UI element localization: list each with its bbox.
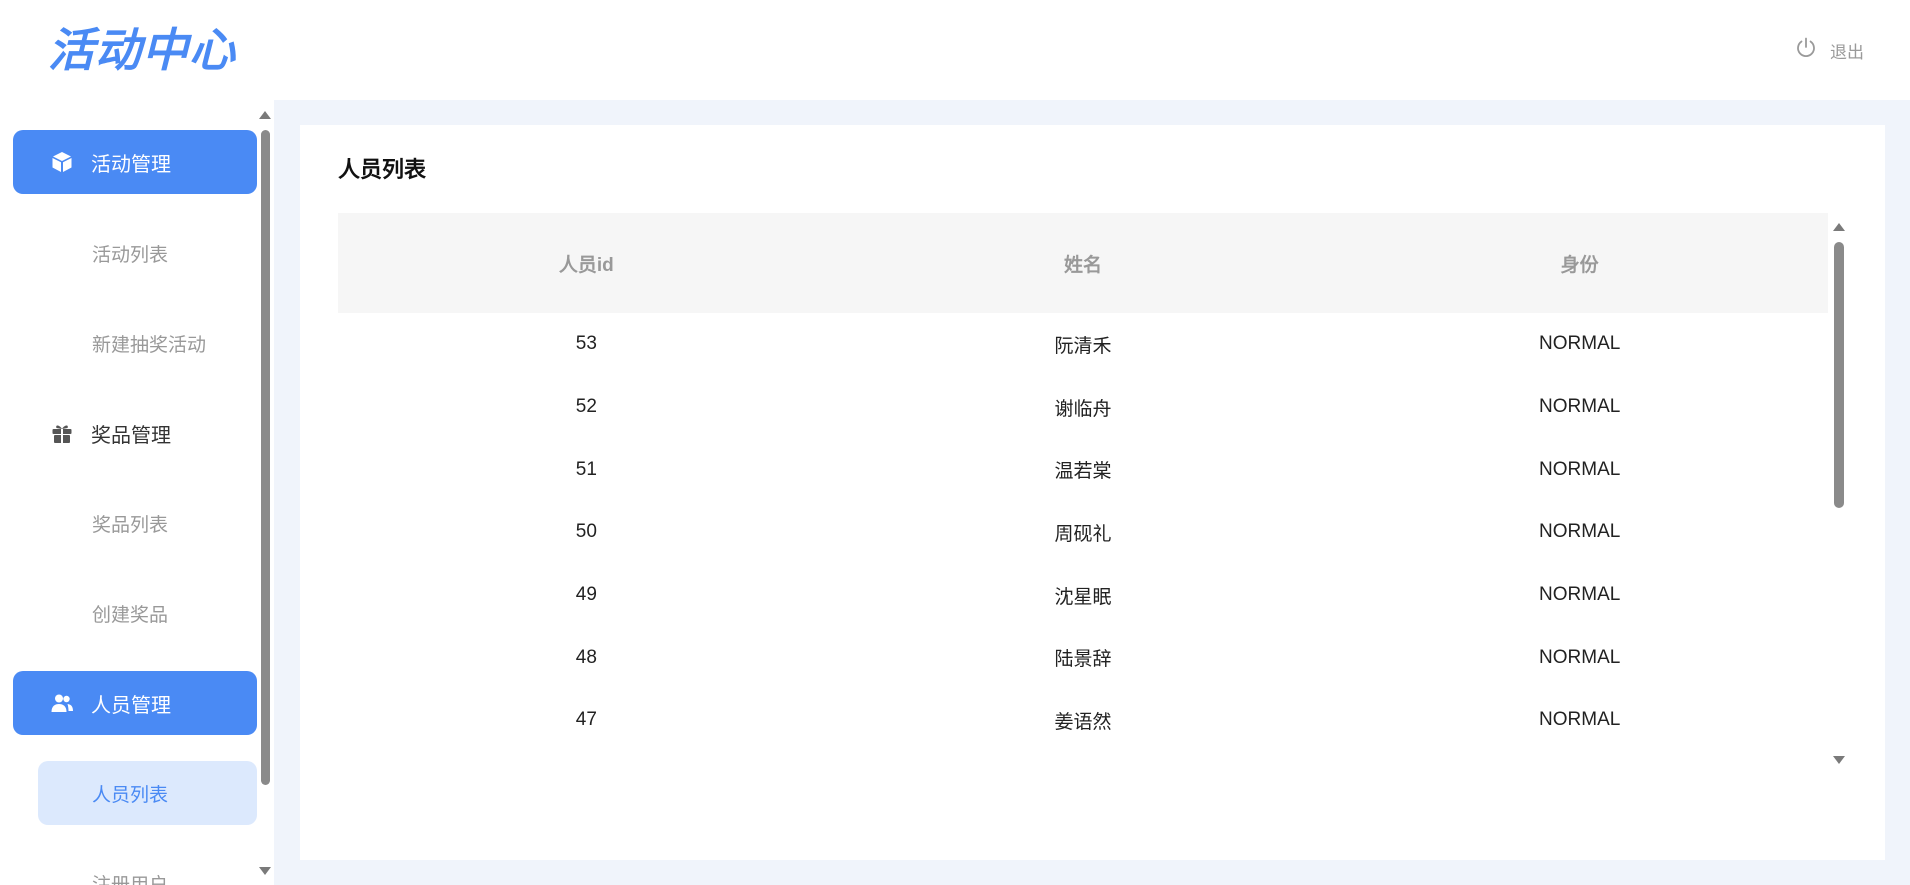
logout-button[interactable]: 退出 xyxy=(1794,36,1864,64)
table-row[interactable]: 51 温若棠 NORMAL xyxy=(338,438,1828,501)
cell-role: NORMAL xyxy=(1539,396,1621,418)
table-row[interactable]: 52 谢临舟 NORMAL xyxy=(338,376,1828,439)
column-header-role: 身份 xyxy=(1560,254,1599,276)
table-scroll-down-arrow[interactable] xyxy=(1833,756,1845,764)
page-title: 人员列表 xyxy=(338,157,427,182)
cell-id: 49 xyxy=(575,584,597,606)
cell-name: 陆景辞 xyxy=(1054,649,1112,671)
cell-role: NORMAL xyxy=(1539,333,1621,355)
cell-name: 温若棠 xyxy=(1054,461,1112,483)
table-header: 人员id 姓名 身份 xyxy=(338,213,1828,313)
column-header-name: 姓名 xyxy=(1064,254,1103,276)
sidebar-scroll-down-arrow[interactable] xyxy=(259,867,271,875)
cell-id: 53 xyxy=(575,333,597,355)
cell-role: NORMAL xyxy=(1539,458,1621,480)
sidebar-item-activity-list[interactable]: 活动列表 xyxy=(38,221,257,285)
cell-role: NORMAL xyxy=(1539,646,1621,668)
people-table: 人员id 姓名 身份 53 阮清禾 NORMAL 52 谢临舟 NORMAL 51 温若棠 NO… xyxy=(338,213,1848,773)
cell-role: NORMAL xyxy=(1539,709,1621,731)
sidebar-group-people[interactable]: 人员管理 xyxy=(13,671,257,735)
cell-id: 50 xyxy=(575,521,597,543)
sidebar-item-people-list[interactable]: 人员列表 xyxy=(38,761,257,825)
users-icon xyxy=(49,690,75,716)
top-bar: 活动中心 退出 xyxy=(0,0,1910,100)
sidebar-item-new-lottery[interactable]: 新建抽奖活动 xyxy=(38,311,257,375)
table-scroll-up-arrow[interactable] xyxy=(1833,223,1845,231)
sidebar-item-label: 新建抽奖活动 xyxy=(92,334,207,356)
sidebar-item-create-prize[interactable]: 创建奖品 xyxy=(38,581,257,645)
cell-id: 51 xyxy=(575,458,597,480)
cell-name: 谢临舟 xyxy=(1054,398,1112,420)
sidebar-item-label: 创建奖品 xyxy=(92,604,169,626)
table-row[interactable]: 49 沈星眠 NORMAL xyxy=(338,564,1828,627)
cell-name: 周砚礼 xyxy=(1054,523,1112,545)
cell-name: 沈星眠 xyxy=(1054,586,1112,608)
sidebar: 活动管理 活动列表 新建抽奖活动 奖品管理 奖品列表 创建奖品 人员管理 人员列… xyxy=(0,100,274,885)
table-body: 53 阮清禾 NORMAL 52 谢临舟 NORMAL 51 温若棠 NORMAL 50 周砚礼 NO… xyxy=(338,313,1828,752)
sidebar-group-label: 奖品管理 xyxy=(91,424,171,447)
sidebar-group-label: 人员管理 xyxy=(91,694,171,717)
gift-icon xyxy=(49,420,75,446)
sidebar-group-label: 活动管理 xyxy=(91,153,171,176)
cell-name: 阮清禾 xyxy=(1054,335,1112,357)
cell-role: NORMAL xyxy=(1539,521,1621,543)
sidebar-item-label: 活动列表 xyxy=(92,244,169,266)
sidebar-item-label: 奖品列表 xyxy=(92,514,169,536)
cell-id: 47 xyxy=(575,709,597,731)
cell-id: 52 xyxy=(575,396,597,418)
cube-icon xyxy=(49,149,75,175)
sidebar-scrollbar-thumb[interactable] xyxy=(261,130,270,785)
power-icon xyxy=(1794,36,1818,65)
cell-role: NORMAL xyxy=(1539,584,1621,606)
sidebar-item-register-user[interactable]: 注册用户 xyxy=(38,851,257,885)
logout-label: 退出 xyxy=(1830,42,1864,62)
sidebar-scroll-up-arrow[interactable] xyxy=(259,111,271,119)
table-row[interactable]: 50 周砚礼 NORMAL xyxy=(338,501,1828,564)
sidebar-item-label: 注册用户 xyxy=(92,874,169,885)
table-row[interactable]: 53 阮清禾 NORMAL xyxy=(338,313,1828,376)
sidebar-group-prize[interactable]: 奖品管理 xyxy=(13,401,257,465)
column-header-id: 人员id xyxy=(558,254,614,276)
sidebar-group-activity[interactable]: 活动管理 xyxy=(13,130,257,194)
table-row[interactable]: 47 姜语然 NORMAL xyxy=(338,689,1828,752)
cell-id: 48 xyxy=(575,646,597,668)
sidebar-item-prize-list[interactable]: 奖品列表 xyxy=(38,491,257,555)
app-logo[interactable]: 活动中心 xyxy=(48,18,236,82)
table-scrollbar-thumb[interactable] xyxy=(1834,242,1844,508)
table-row[interactable]: 48 陆景辞 NORMAL xyxy=(338,626,1828,689)
cell-name: 姜语然 xyxy=(1054,711,1112,733)
sidebar-item-label: 人员列表 xyxy=(92,784,169,806)
